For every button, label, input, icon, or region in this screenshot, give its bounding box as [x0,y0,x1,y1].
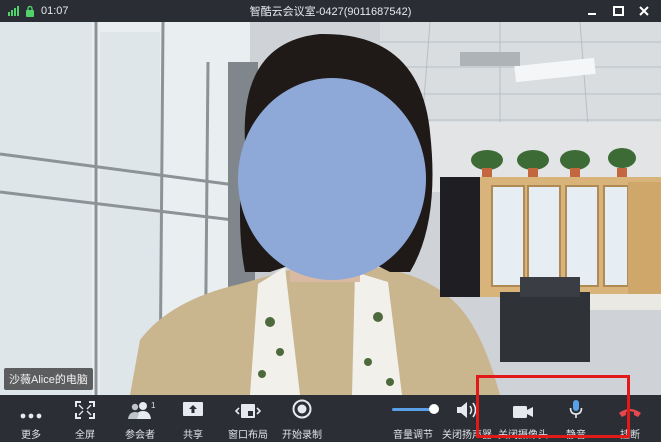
title-bar: 01:07 智酷云会议室-0427(9011687542) [0,0,661,22]
maximize-icon [612,6,624,16]
more-icon [20,413,42,419]
participant-name-label: 沙薇Alice的电脑 [4,368,93,390]
more-label: 更多 [21,430,41,441]
camera-off-button[interactable]: 关闭摄像头 [498,395,548,442]
speaker-label: 关闭扬声器 [442,430,492,441]
microphone-icon [569,400,583,418]
layout-label: 窗口布局 [228,430,268,441]
lock-icon [26,5,34,17]
signal-strength-icon [8,6,19,16]
layout-button[interactable]: 窗口布局 [226,395,270,442]
speaker-off-button[interactable]: 关闭扬声器 [442,395,492,442]
mute-button[interactable]: 静音 [560,395,592,442]
meeting-timer: 01:07 [41,5,69,17]
participants-button[interactable]: 1 参会者 [118,395,162,442]
camera-icon [513,406,533,418]
close-button[interactable] [631,0,657,22]
window-layout-icon [235,404,261,418]
volume-control[interactable]: 音量调节 [388,395,438,442]
speaker-icon [457,402,477,418]
hangup-label: 挂断 [620,430,640,441]
camera-label: 关闭摄像头 [498,430,548,441]
record-icon [292,399,312,419]
fullscreen-icon [75,401,95,419]
more-button[interactable]: 更多 [10,395,52,442]
share-screen-icon [183,402,203,416]
hangup-phone-icon [619,409,641,417]
minimize-icon [588,13,596,15]
close-icon [639,6,649,16]
status-area: 01:07 [0,5,140,17]
minimize-button[interactable] [579,0,605,22]
participants-count-badge: 1 [151,401,156,410]
volume-label: 音量调节 [393,430,433,441]
record-label: 开始录制 [282,430,322,441]
hangup-button[interactable]: 挂断 [612,395,648,442]
mute-label: 静音 [566,430,586,441]
fullscreen-label: 全屏 [75,430,95,441]
video-feed[interactable]: 沙薇Alice的电脑 [0,22,661,395]
start-recording-button[interactable]: 开始录制 [280,395,324,442]
maximize-button[interactable] [605,0,631,22]
volume-slider-handle[interactable] [429,404,439,414]
participants-label: 参会者 [125,430,155,441]
meeting-toolbar: 更多 全屏 1 参会者 共享 窗口布局 开始录制 音量调节 关闭扬声器 关闭摄像… [0,395,661,442]
fullscreen-button[interactable]: 全屏 [64,395,106,442]
video-scene [0,22,661,395]
participants-icon [128,402,151,419]
window-controls [579,0,657,22]
share-button[interactable]: 共享 [172,395,214,442]
share-label: 共享 [183,430,203,441]
